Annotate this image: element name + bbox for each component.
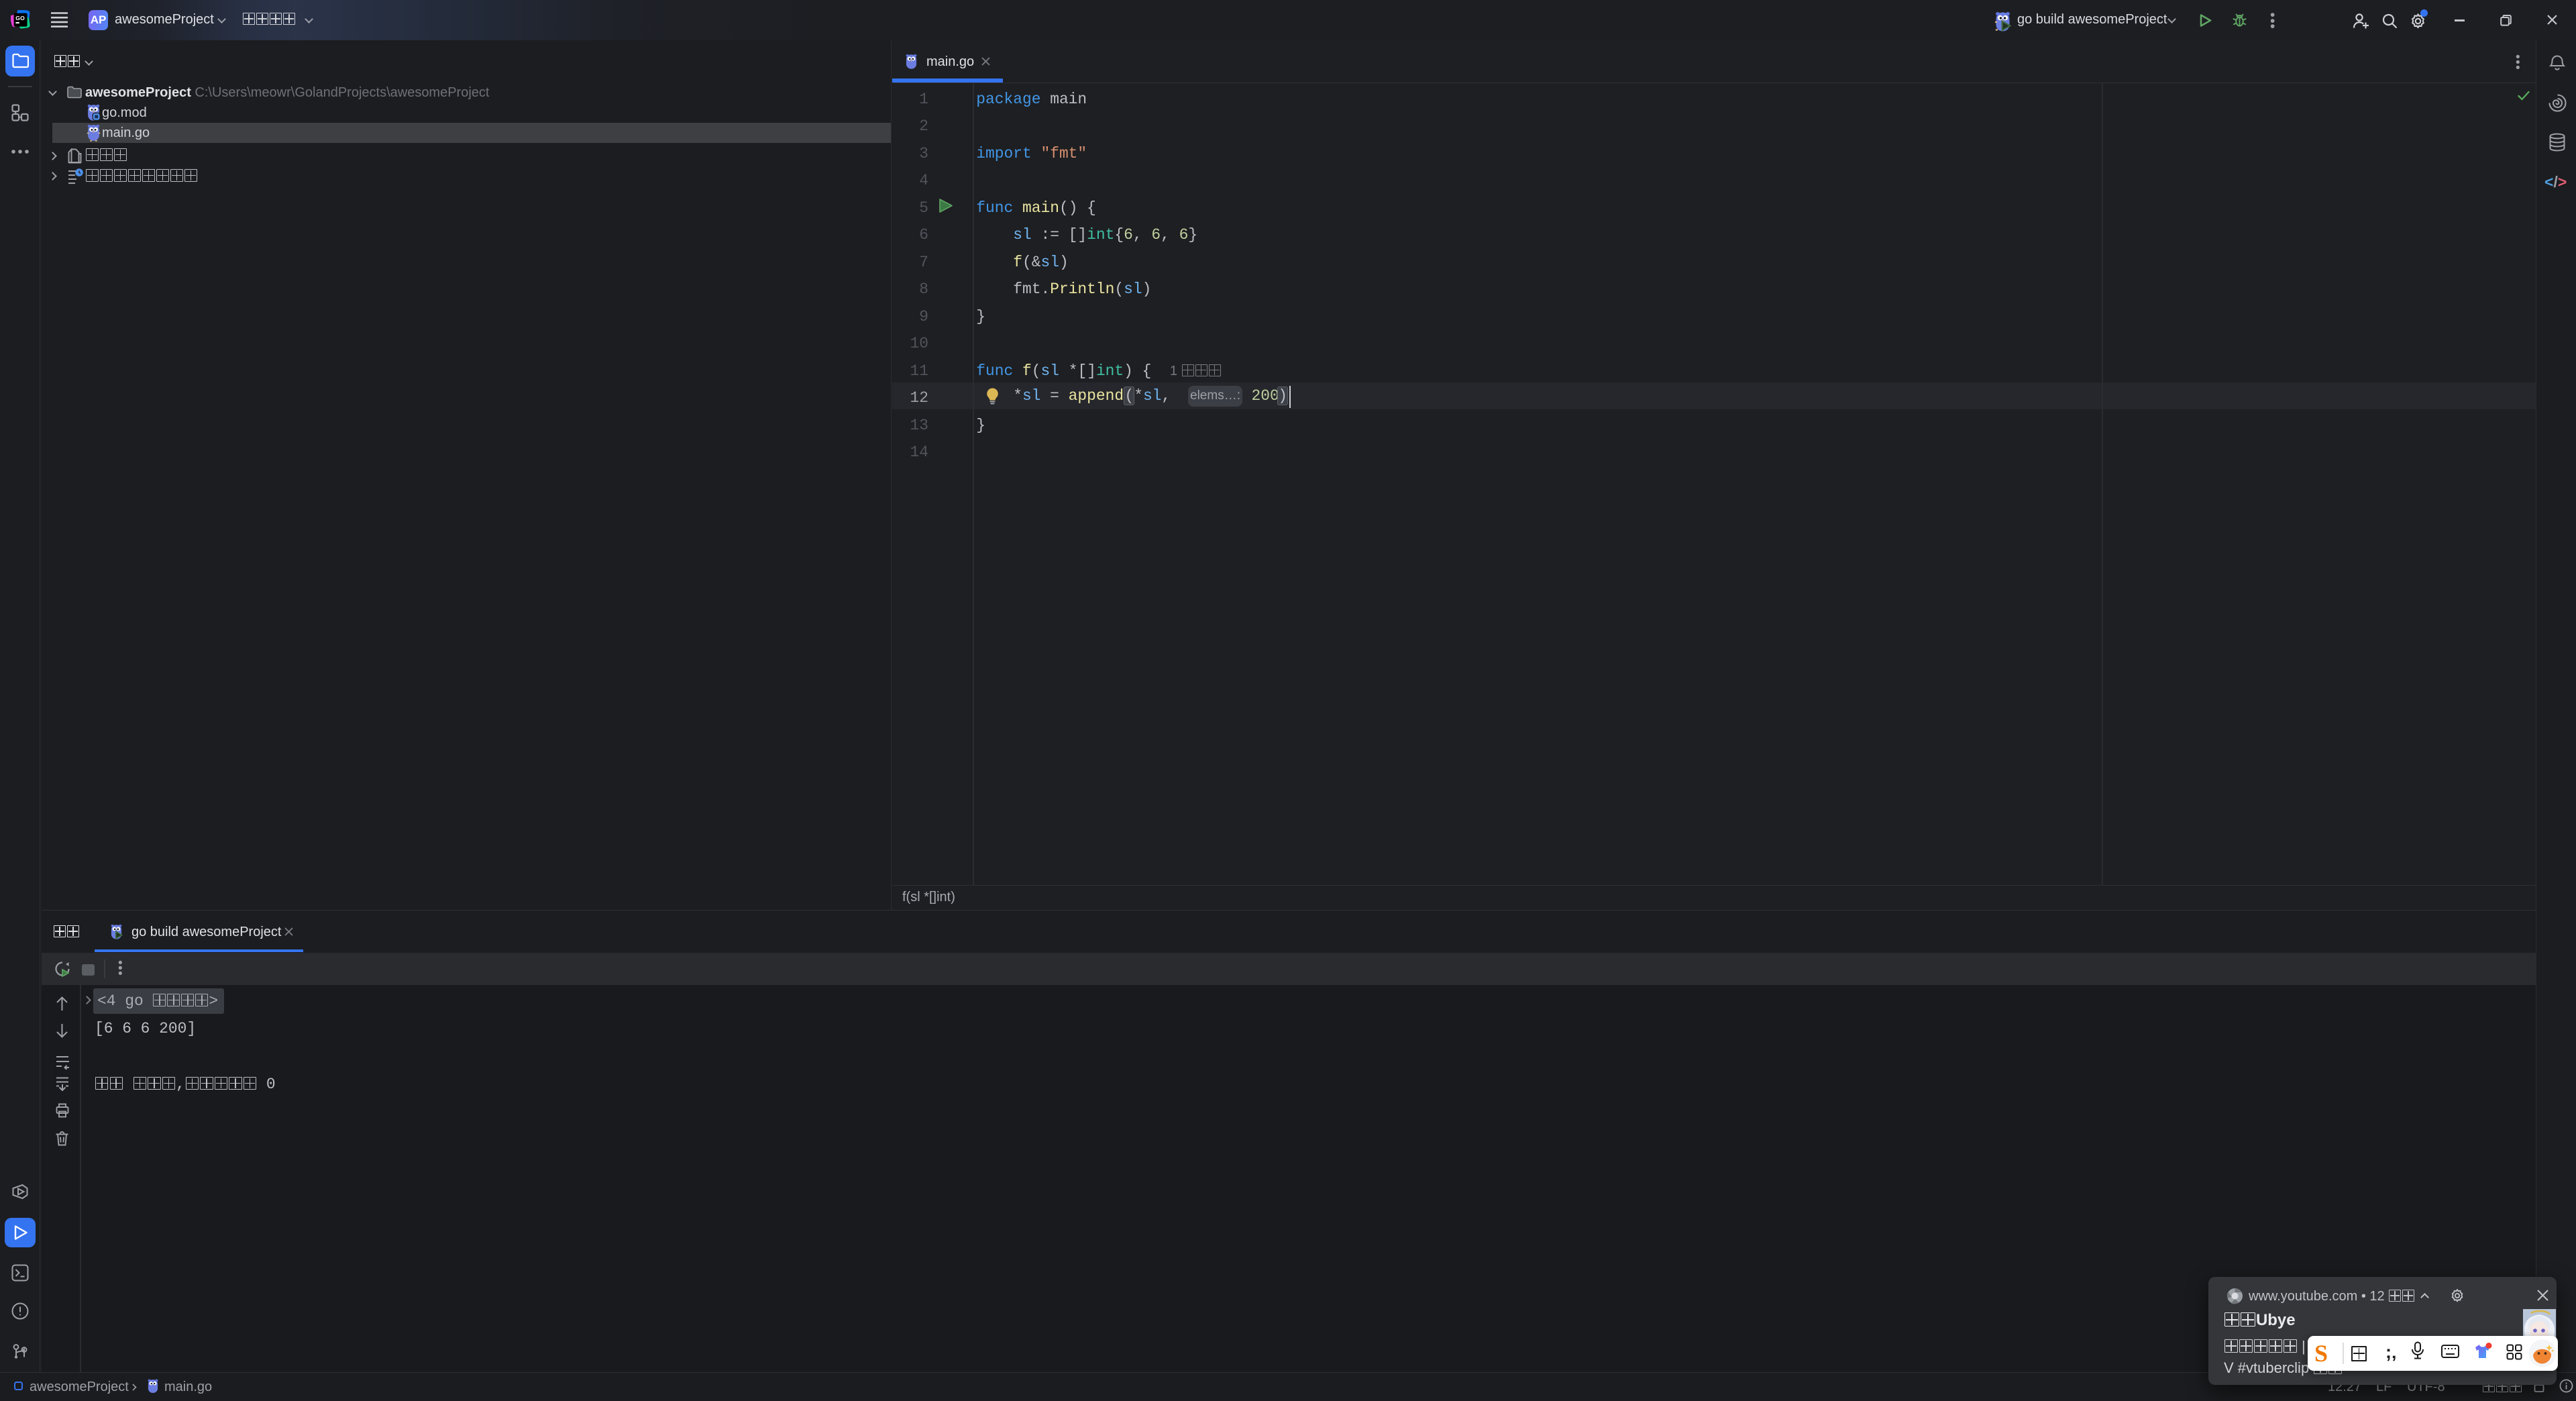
svg-text:GO: GO [15, 15, 25, 21]
